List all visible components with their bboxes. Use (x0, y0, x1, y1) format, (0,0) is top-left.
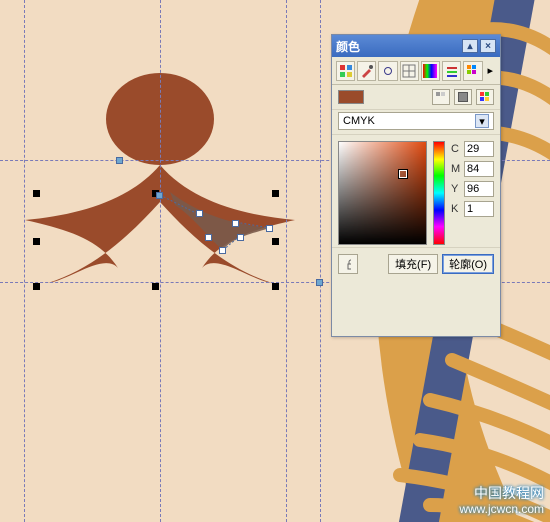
selection-handle-mr[interactable] (272, 238, 279, 245)
current-color-swatch[interactable] (338, 90, 364, 104)
panel-toolbar: ▸ (332, 57, 500, 85)
y-label: Y (451, 183, 461, 195)
selection-handle-ml[interactable] (33, 238, 40, 245)
path-control-handle[interactable] (237, 234, 244, 241)
fill-button[interactable]: 填充(F) (388, 254, 438, 274)
chevron-down-icon: ▾ (475, 114, 489, 128)
guide-vertical[interactable] (286, 0, 287, 522)
color-field-marker[interactable] (399, 170, 407, 178)
color-model-value: CMYK (343, 115, 375, 127)
c-input[interactable] (464, 141, 494, 157)
spectrum-icon[interactable] (421, 61, 440, 81)
selection-handle-tl[interactable] (33, 190, 40, 197)
outline-button[interactable]: 轮廓(O) (442, 254, 494, 274)
path-node[interactable] (316, 279, 323, 286)
path-node[interactable] (116, 157, 123, 164)
magnify-icon[interactable] (378, 61, 397, 81)
c-label: C (451, 143, 461, 155)
color-swatch-icon[interactable] (476, 89, 494, 105)
selection-handle-br[interactable] (272, 283, 279, 290)
palette-mini-icon[interactable] (432, 89, 450, 105)
guide-vertical[interactable] (320, 0, 321, 522)
y-input[interactable] (464, 181, 494, 197)
color-field[interactable] (338, 141, 427, 245)
canvas-area[interactable]: 颜色 ▴ × ▸ (0, 0, 550, 522)
grid-icon[interactable] (400, 61, 419, 81)
swatches-icon[interactable] (463, 61, 482, 81)
color-panel: 颜色 ▴ × ▸ (331, 34, 501, 337)
panel-title: 颜色 (336, 38, 360, 55)
rollup-button[interactable]: ▴ (462, 39, 478, 53)
lock-icon[interactable] (338, 254, 358, 274)
selection-handle-bm[interactable] (152, 283, 159, 290)
eyedropper-icon[interactable] (357, 61, 376, 81)
k-input[interactable] (464, 201, 494, 217)
guide-vertical[interactable] (160, 0, 161, 522)
path-node[interactable] (266, 225, 273, 232)
m-input[interactable] (464, 161, 494, 177)
path-control-handle[interactable] (205, 234, 212, 241)
close-button[interactable]: × (480, 39, 496, 53)
panel-titlebar[interactable]: 颜色 ▴ × (332, 35, 500, 57)
path-node[interactable] (219, 247, 226, 254)
hue-slider[interactable] (433, 141, 445, 245)
path-node[interactable] (232, 220, 239, 227)
path-node[interactable] (196, 210, 203, 217)
k-label: K (451, 203, 461, 215)
guide-vertical[interactable] (24, 0, 25, 522)
sliders-icon[interactable] (442, 61, 461, 81)
selection-handle-bl[interactable] (33, 283, 40, 290)
selection-handle-tr[interactable] (272, 190, 279, 197)
m-label: M (451, 163, 461, 175)
color-model-select[interactable]: CMYK ▾ (338, 112, 494, 130)
gray-swatch-icon[interactable] (454, 89, 472, 105)
panel-menu-icon[interactable]: ▸ (485, 64, 496, 77)
path-node[interactable] (156, 192, 163, 199)
palette-icon[interactable] (336, 61, 355, 81)
